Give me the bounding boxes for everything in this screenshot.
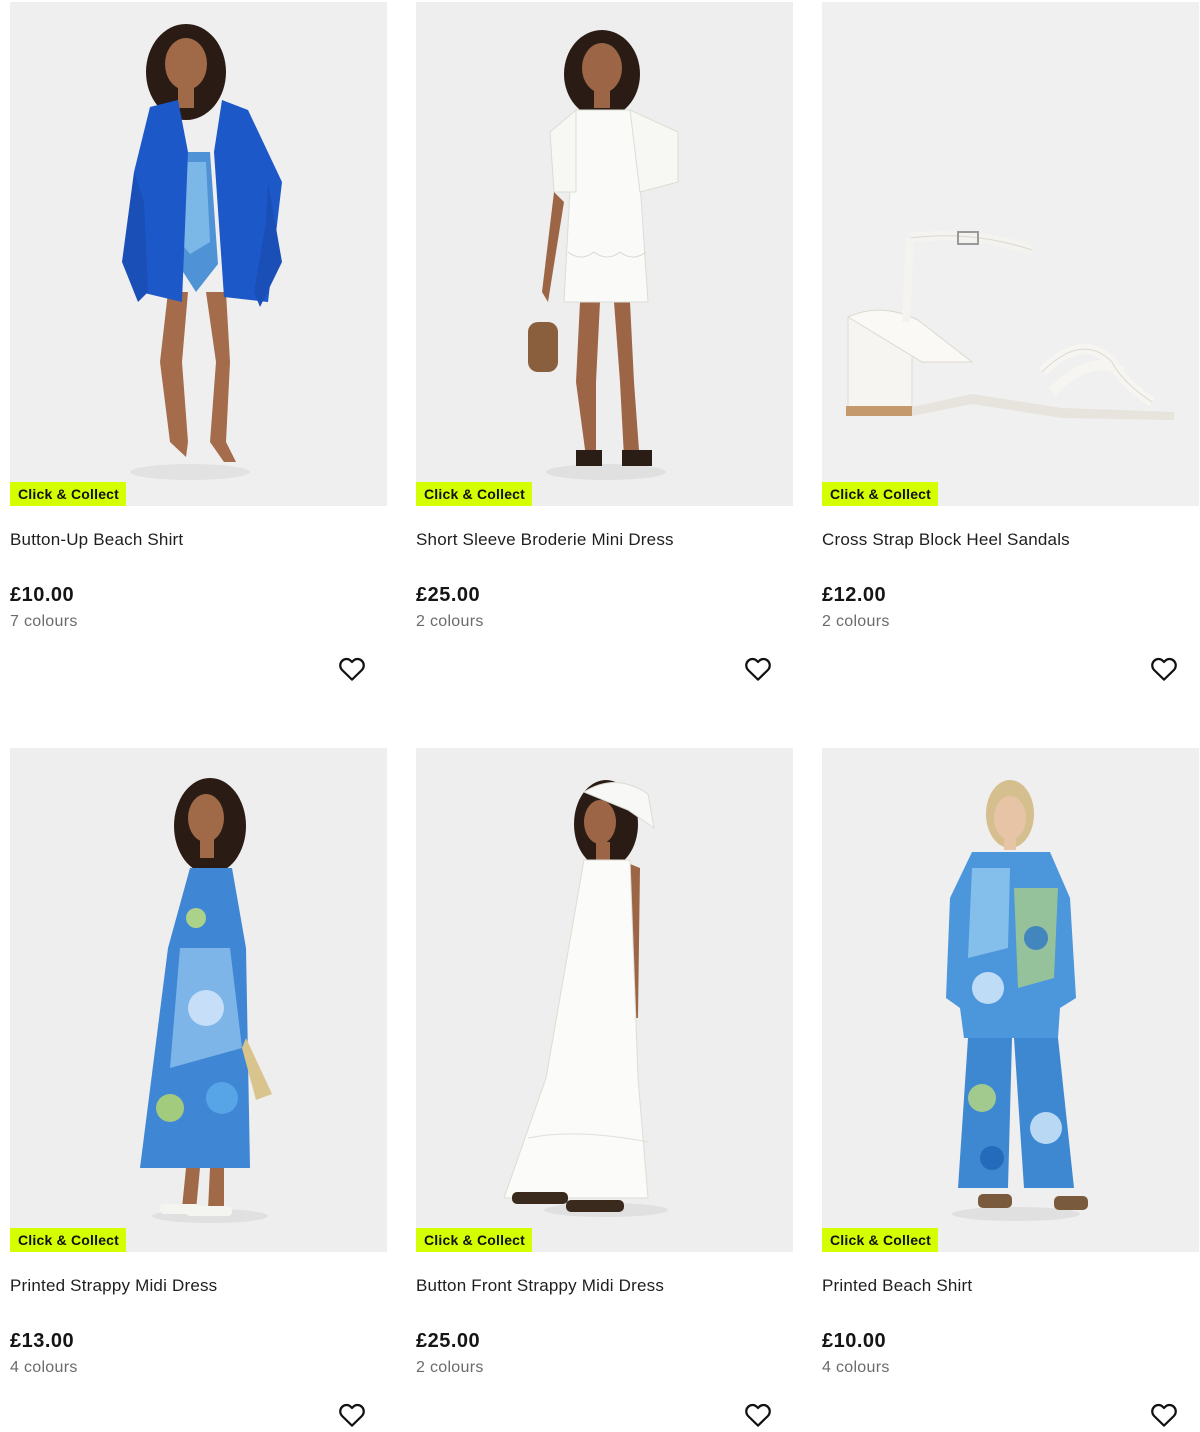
click-and-collect-badge: Click & Collect bbox=[416, 1228, 533, 1252]
product-card[interactable]: Click & Collect Button Front Strappy Mid… bbox=[416, 748, 793, 1427]
product-title[interactable]: Short Sleeve Broderie Mini Dress bbox=[416, 530, 793, 550]
product-price: £10.00 bbox=[10, 584, 75, 606]
product-card[interactable]: Click & Collect Printed Strappy Midi Dre… bbox=[10, 748, 387, 1427]
wishlist-heart-icon[interactable] bbox=[1149, 654, 1179, 684]
click-and-collect-badge: Click & Collect bbox=[822, 1228, 939, 1252]
product-price: £13.00 bbox=[10, 1330, 75, 1352]
product-price: £25.00 bbox=[416, 584, 481, 606]
product-colours: 4 colours bbox=[10, 1359, 78, 1376]
wishlist-heart-icon[interactable] bbox=[743, 654, 773, 684]
product-colours: 2 colours bbox=[416, 1359, 484, 1376]
wishlist-heart-icon[interactable] bbox=[1149, 1400, 1179, 1430]
product-card[interactable]: Click & Collect Button-Up Beach Shirt £1… bbox=[10, 2, 387, 681]
product-price: £10.00 bbox=[822, 1330, 887, 1352]
product-card[interactable]: Click & Collect Cross Strap Block Heel S… bbox=[822, 2, 1199, 681]
model-blue-beach-shirt-image bbox=[10, 2, 387, 506]
click-and-collect-badge: Click & Collect bbox=[10, 482, 127, 506]
wishlist-heart-icon[interactable] bbox=[337, 1400, 367, 1430]
product-image[interactable]: Click & Collect bbox=[10, 2, 387, 506]
product-title[interactable]: Printed Beach Shirt bbox=[822, 1276, 1199, 1296]
wishlist-heart-icon[interactable] bbox=[743, 1400, 773, 1430]
product-card[interactable]: Click & Collect Printed Beach Shirt £10.… bbox=[822, 748, 1199, 1427]
product-colours: 2 colours bbox=[822, 613, 890, 630]
product-image[interactable]: Click & Collect bbox=[416, 748, 793, 1252]
white-block-heel-sandal-image bbox=[822, 2, 1199, 506]
product-title[interactable]: Printed Strappy Midi Dress bbox=[10, 1276, 387, 1296]
product-card[interactable]: Click & Collect Short Sleeve Broderie Mi… bbox=[416, 2, 793, 681]
model-white-maxi-dress-image bbox=[416, 748, 793, 1252]
product-image[interactable]: Click & Collect bbox=[10, 748, 387, 1252]
product-price: £12.00 bbox=[822, 584, 887, 606]
product-image[interactable]: Click & Collect bbox=[822, 2, 1199, 506]
click-and-collect-badge: Click & Collect bbox=[822, 482, 939, 506]
product-colours: 4 colours bbox=[822, 1359, 890, 1376]
product-colours: 7 colours bbox=[10, 613, 78, 630]
product-image[interactable]: Click & Collect bbox=[822, 748, 1199, 1252]
product-image[interactable]: Click & Collect bbox=[416, 2, 793, 506]
product-price: £25.00 bbox=[416, 1330, 481, 1352]
wishlist-heart-icon[interactable] bbox=[337, 654, 367, 684]
product-grid: Click & Collect Button-Up Beach Shirt £1… bbox=[0, 0, 1200, 1432]
model-printed-shirt-trousers-image bbox=[822, 748, 1199, 1252]
product-title[interactable]: Cross Strap Block Heel Sandals bbox=[822, 530, 1199, 550]
product-title[interactable]: Button Front Strappy Midi Dress bbox=[416, 1276, 793, 1296]
model-printed-midi-dress-image bbox=[10, 748, 387, 1252]
model-white-mini-dress-image bbox=[416, 2, 793, 506]
product-colours: 2 colours bbox=[416, 613, 484, 630]
product-title[interactable]: Button-Up Beach Shirt bbox=[10, 530, 387, 550]
click-and-collect-badge: Click & Collect bbox=[10, 1228, 127, 1252]
click-and-collect-badge: Click & Collect bbox=[416, 482, 533, 506]
